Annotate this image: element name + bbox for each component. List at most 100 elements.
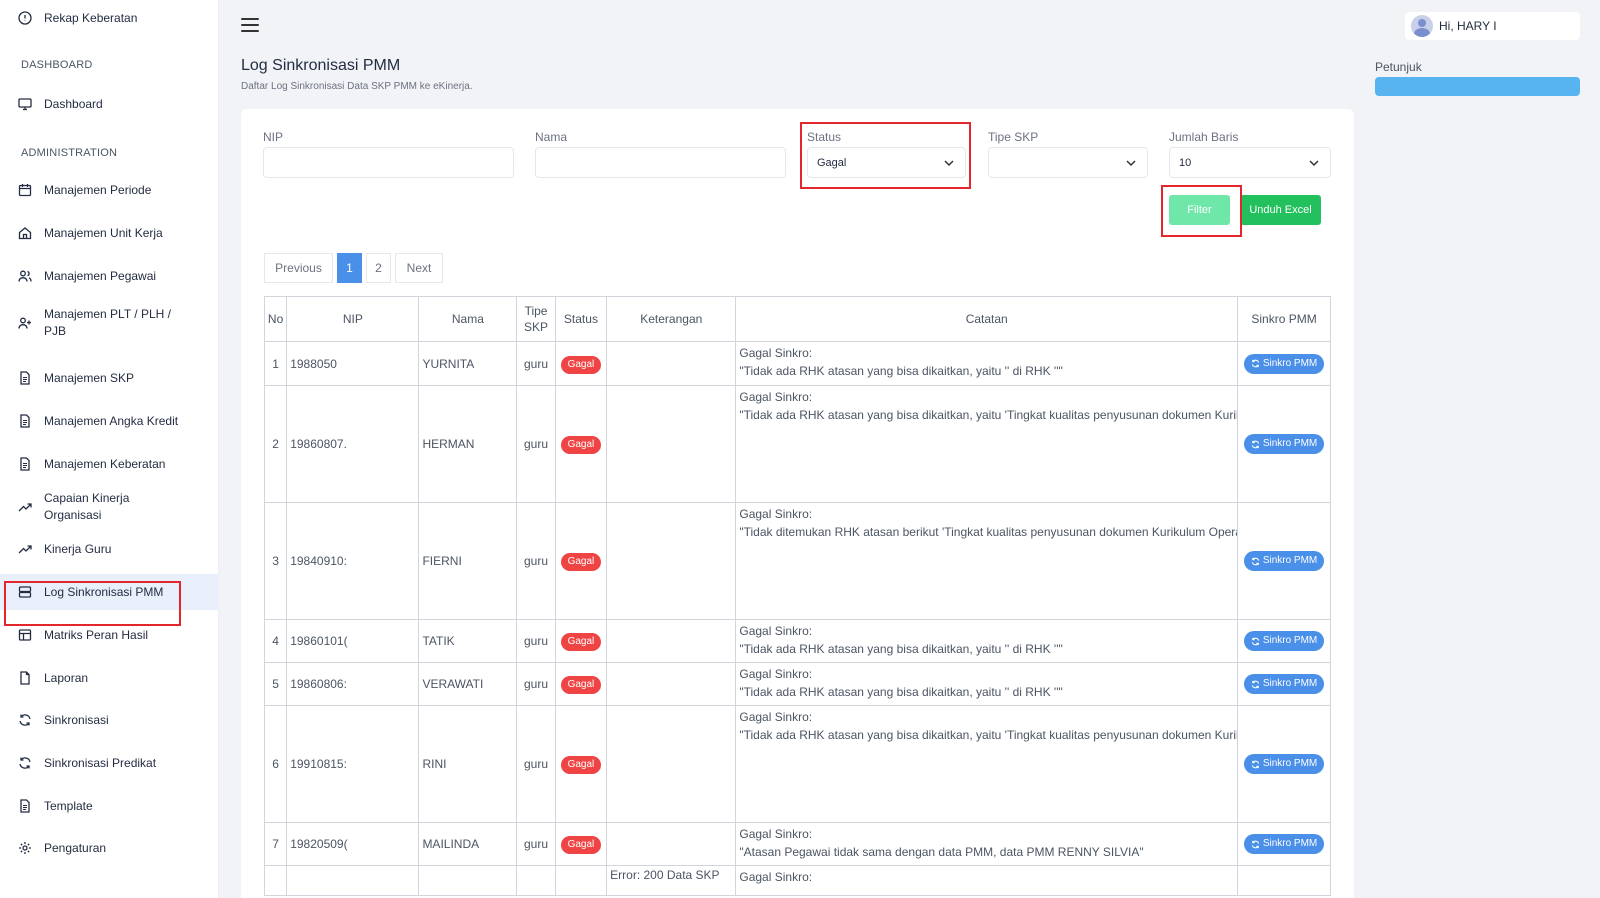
page-1-button[interactable]: 1 [337, 253, 362, 283]
sidebar-item-kinerja-guru[interactable]: Kinerja Guru [0, 539, 219, 559]
cell-tipe-skp: guru [516, 705, 556, 823]
sinkro-label: Sinkro PMM [1262, 635, 1318, 646]
page-2-button[interactable]: 2 [366, 253, 391, 283]
table-row: 5 19860806: VERAWATI guru Gagal Gagal Sinkro:… [263, 662, 1331, 706]
cell-catatan: Gagal Sinkro: "Tidak ada RHK atasan yang … [735, 619, 1239, 663]
sidebar-item-log-sinkronisasi-pmm[interactable]: Log Sinkronisasi PMM [0, 574, 219, 610]
sidebar: Rekap Keberatan Dashboard Manajemen Period… [0, 0, 219, 898]
previous-page-button[interactable]: Previous [264, 253, 333, 283]
cell-tipe-skp [516, 865, 556, 896]
hamburger-menu-icon[interactable] [241, 18, 259, 34]
users-icon [18, 269, 32, 283]
next-page-button[interactable]: Next [395, 253, 443, 283]
sidebar-item-sinkronisasi[interactable]: Sinkronisasi [0, 710, 219, 730]
sidebar-item-template[interactable]: Template [0, 796, 219, 816]
file-text-icon [18, 799, 32, 813]
sidebar-item-manajemen-keberatan[interactable]: Manajemen Keberatan [0, 454, 219, 474]
sidebar-item-manajemen-pegawai[interactable]: Manajemen Pegawai [0, 266, 219, 286]
cell-nip: 19820509( [286, 822, 420, 866]
sinkro-label: Sinkro PMM [1262, 758, 1318, 769]
catatan-title: Gagal Sinkro: [739, 346, 813, 360]
status-badge: Gagal [560, 553, 602, 571]
cell-keterangan: Error: 200 Data SKP [606, 865, 737, 896]
cell-catatan: Gagal Sinkro: "Tidak ditemukan RHK atasan… [735, 502, 1239, 620]
file-text-icon [18, 414, 32, 428]
catatan-title: Gagal Sinkro: [739, 507, 813, 521]
cell-status [554, 865, 608, 896]
sidebar-item-label: Laporan [44, 670, 89, 685]
sidebar-item-rekap-keberatan[interactable]: Rekap Keberatan [0, 8, 219, 28]
sidebar-item-pengaturan[interactable]: Pengaturan [0, 838, 219, 858]
sidebar-item-label: Manajemen Keberatan [44, 456, 166, 471]
cell-nama: TATIK [418, 619, 518, 663]
cell-status: Gagal [554, 822, 608, 866]
sidebar-item-manajemen-angka-kredit[interactable]: Manajemen Angka Kredit [0, 411, 219, 431]
sinkro-label: Sinkro PMM [1262, 838, 1318, 849]
table-header-row: No NIP Nama Tipe SKP Status Keterangan C… [263, 296, 1331, 342]
cell-catatan: Gagal Sinkro: "Tidak ada RHK atasan yang … [735, 662, 1239, 706]
jumlah-baris-select[interactable]: 10 [1169, 147, 1331, 178]
sinkro-pmm-button[interactable]: Sinkro PMM [1243, 674, 1325, 694]
cell-sinkro: Sinkro PMM [1237, 385, 1331, 503]
sidebar-item-label: Pengaturan [44, 840, 107, 855]
col-catatan: Catatan [735, 296, 1239, 342]
user-menu[interactable]: Hi, HARY I [1405, 12, 1580, 40]
nip-input[interactable] [263, 147, 514, 178]
cell-nip: 19860101( [286, 619, 420, 663]
sidebar-item-capaian-kinerja-organisasi[interactable]: Capaian Kinerja Organisasi [0, 491, 219, 522]
sidebar-item-matriks-peran-hasil[interactable]: Matriks Peran Hasil [0, 625, 219, 645]
cell-no: 2 [263, 385, 288, 503]
cell-keterangan [606, 385, 737, 503]
sidebar-item-manajemen-plt-plh-pjb[interactable]: Manajemen PLT / PLH / PJB [0, 303, 219, 343]
refresh-icon [1251, 440, 1259, 448]
status-select[interactable]: Gagal [807, 147, 966, 178]
cell-no: 6 [263, 705, 288, 823]
user-plus-icon [18, 316, 32, 330]
alert-circle-icon [18, 11, 32, 25]
catatan-text: "Tidak ada RHK atasan yang bisa dikaitka… [739, 408, 1236, 422]
unduh-excel-button[interactable]: Unduh Excel [1240, 195, 1321, 225]
catatan-title: Gagal Sinkro: [739, 870, 813, 884]
refresh-icon [18, 713, 32, 727]
col-nip: NIP [286, 296, 420, 342]
nama-input[interactable] [535, 147, 786, 178]
sidebar-item-label: Rekap Keberatan [44, 10, 138, 25]
table-row: 3 19840910: FIERNI guru Gagal Gagal Sinkro: "T… [263, 502, 1331, 620]
sidebar-item-label: Manajemen Periode [44, 182, 152, 197]
sinkro-pmm-button[interactable]: Sinkro PMM [1243, 834, 1325, 854]
cell-status: Gagal [554, 619, 608, 663]
sidebar-item-manajemen-periode[interactable]: Manajemen Periode [0, 180, 219, 200]
sidebar-item-label: Kinerja Guru [44, 541, 112, 556]
cell-nama: VERAWATI [418, 662, 518, 706]
status-badge: Gagal [560, 756, 602, 774]
sinkro-pmm-button[interactable]: Sinkro PMM [1243, 434, 1325, 454]
gear-icon [18, 841, 32, 855]
catatan-text: "Tidak ada RHK atasan yang bisa dikaitka… [739, 364, 1063, 378]
table-row: 7 19820509(MAILINDA guru Gagal Gagal Sinkro:… [263, 822, 1331, 866]
sinkro-pmm-button[interactable]: Sinkro PMM [1243, 631, 1325, 651]
cell-status: Gagal [554, 341, 608, 386]
catatan-text: "Atasan Pegawai tidak sama dengan data P… [739, 845, 1144, 859]
status-badge: Gagal [560, 676, 602, 694]
sidebar-item-manajemen-unit-kerja[interactable]: Manajemen Unit Kerja [0, 223, 219, 243]
trending-up-icon [18, 542, 32, 556]
sinkro-pmm-button[interactable]: Sinkro PMM [1243, 353, 1325, 374]
sidebar-item-sinkronisasi-predikat[interactable]: Sinkronisasi Predikat [0, 753, 219, 773]
sidebar-item-manajemen-skp[interactable]: Manajemen SKP [0, 368, 219, 388]
sidebar-item-dashboard[interactable]: Dashboard [0, 94, 219, 114]
tipe-skp-select[interactable] [988, 147, 1148, 178]
cell-no: 5 [263, 662, 288, 706]
sidebar-item-laporan[interactable]: Laporan [0, 668, 219, 688]
cell-catatan: Gagal Sinkro: "Tidak ada RHK atasan yang … [735, 705, 1239, 823]
cell-nama: MAILINDA [418, 822, 518, 866]
filter-button[interactable]: Filter [1169, 195, 1230, 225]
refresh-icon [18, 756, 32, 770]
sinkro-pmm-button[interactable]: Sinkro PMM [1243, 551, 1325, 571]
sinkro-pmm-button[interactable]: Sinkro PMM [1243, 754, 1325, 774]
cell-nama [418, 865, 518, 896]
petunjuk-bar[interactable] [1375, 77, 1580, 96]
cell-nama: HERMAN [418, 385, 518, 503]
refresh-icon [1251, 557, 1259, 565]
sidebar-item-label: Capaian Kinerja Organisasi [44, 491, 130, 522]
catatan-title: Gagal Sinkro: [739, 827, 813, 841]
